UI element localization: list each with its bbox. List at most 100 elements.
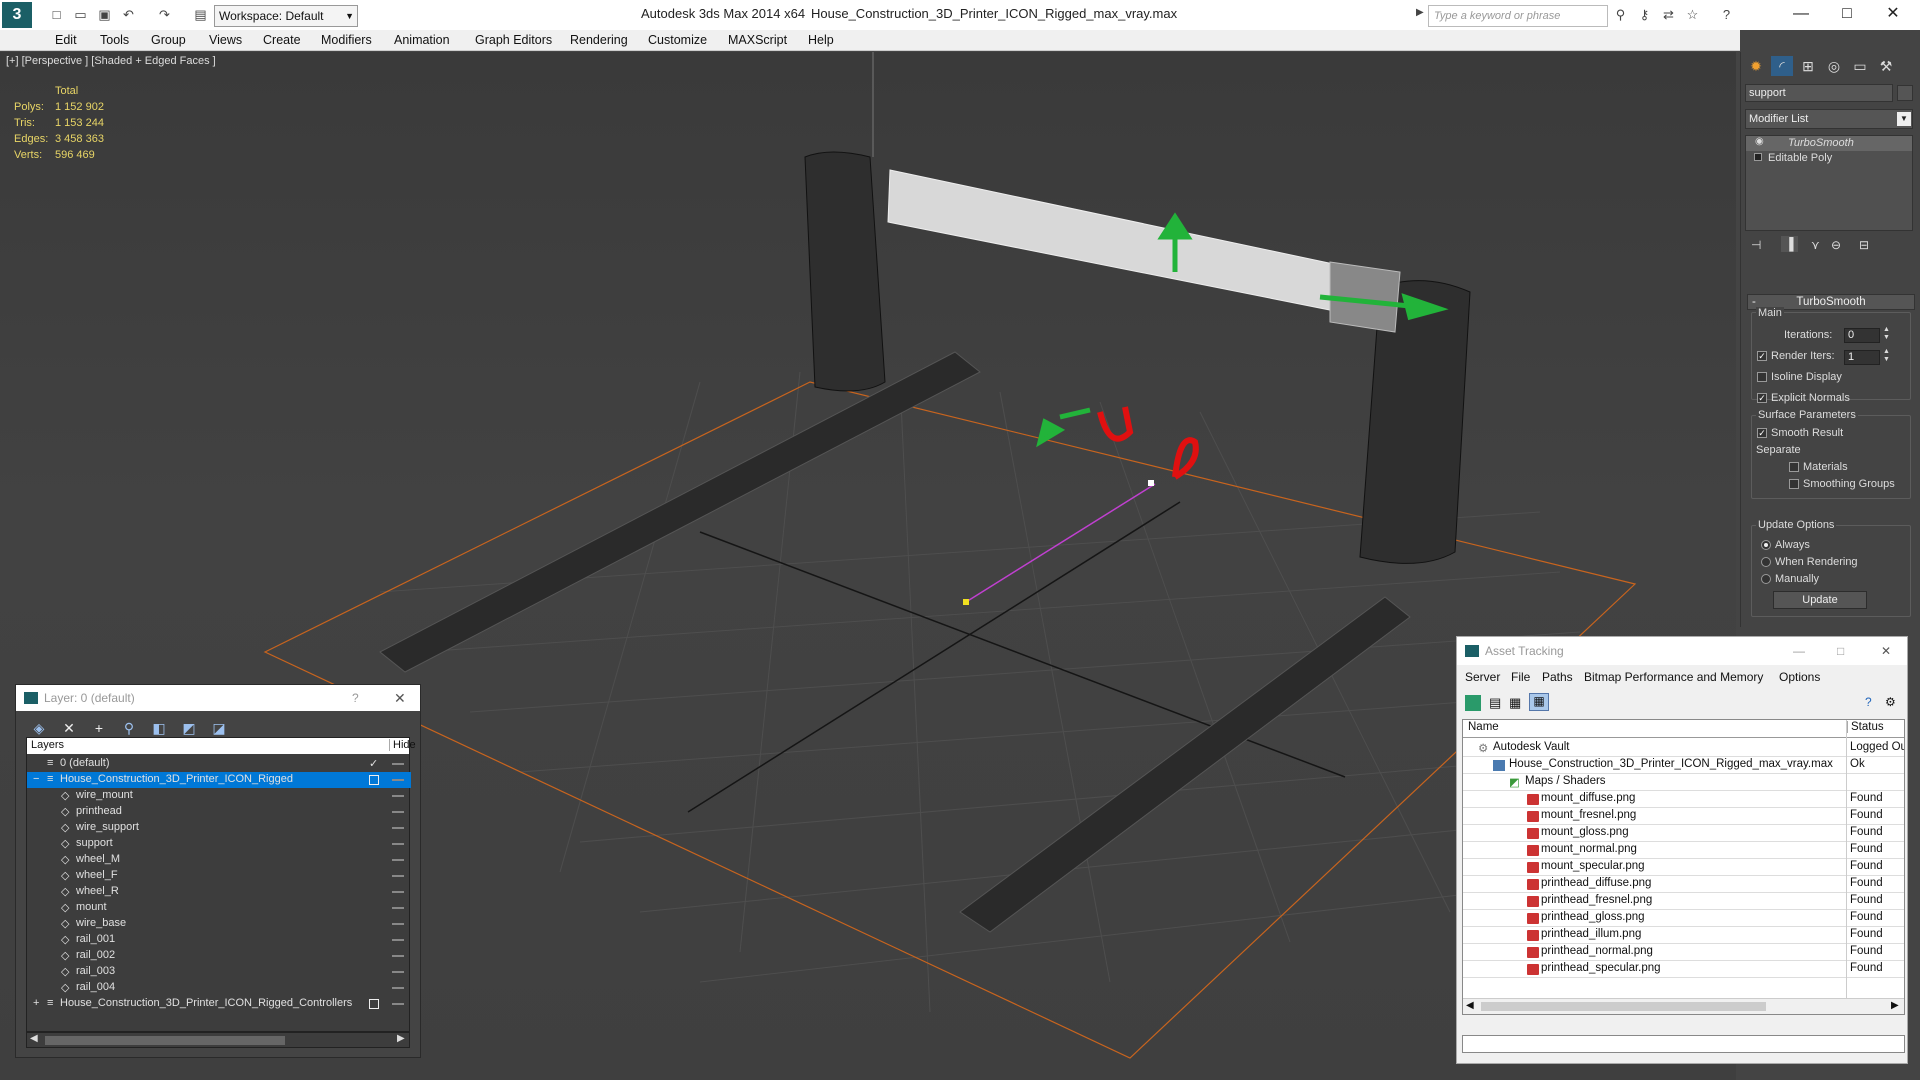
menu-edit[interactable]: Edit	[55, 33, 77, 47]
object-row[interactable]: ◇ printhead	[27, 804, 411, 820]
viewport-label[interactable]: [+] [Perspective ] [Shaded + Edged Faces…	[6, 55, 216, 67]
asset-row[interactable]: ◩ Maps / Shaders	[1463, 774, 1904, 791]
layer-window-titlebar[interactable]: Layer: 0 (default) ? ✕	[16, 685, 420, 711]
asset-hscrollbar[interactable]: ◀ ▶	[1463, 998, 1904, 1014]
collapse-icon[interactable]: −	[33, 773, 39, 785]
scroll-left-icon[interactable]: ◀	[30, 1033, 38, 1044]
scroll-thumb[interactable]	[1481, 1002, 1766, 1011]
update-button[interactable]: Update	[1773, 591, 1867, 609]
pivot-point-white[interactable]	[1148, 480, 1154, 486]
tree-view-icon[interactable]: ▦	[1509, 695, 1521, 711]
show-end-result-icon[interactable]: ▐	[1781, 236, 1798, 252]
utilities-tab-icon[interactable]: ⚒	[1875, 56, 1897, 76]
object-color-swatch[interactable]	[1897, 85, 1913, 101]
star-icon[interactable]: ☆	[1684, 6, 1701, 23]
hide-checkbox[interactable]	[369, 775, 379, 785]
undo-icon[interactable]: ↶	[120, 6, 137, 23]
help-icon[interactable]: ?	[1865, 695, 1872, 709]
modify-tab-icon[interactable]: ◜	[1771, 56, 1793, 76]
asset-menu-server[interactable]: Server	[1465, 670, 1500, 684]
minimize-icon[interactable]: —	[1793, 637, 1805, 665]
asset-window-titlebar[interactable]: Asset Tracking — □ ✕	[1457, 637, 1907, 665]
table-view-icon[interactable]: ▦	[1529, 693, 1549, 711]
close-icon[interactable]: ✕	[394, 685, 406, 711]
smoothing-groups-checkbox[interactable]	[1789, 479, 1799, 489]
object-row[interactable]: ◇ wire_mount	[27, 788, 411, 804]
select-objects-icon[interactable]: ⚲	[120, 719, 138, 737]
menu-modifiers[interactable]: Modifiers	[321, 33, 372, 47]
object-row[interactable]: ◇ wheel_M	[27, 852, 411, 868]
expand-icon[interactable]	[1754, 153, 1762, 161]
close-button[interactable]: ✕	[1870, 2, 1916, 26]
new-file-icon[interactable]: □	[48, 6, 65, 23]
layer-hscrollbar[interactable]: ◀ ▶	[26, 1032, 410, 1048]
menu-rendering[interactable]: Rendering	[570, 33, 628, 47]
configure-sets-icon[interactable]: ⊟	[1859, 238, 1869, 252]
help-icon[interactable]: ?	[1718, 6, 1735, 23]
scroll-left-icon[interactable]: ◀	[1466, 1000, 1474, 1011]
menu-group[interactable]: Group	[151, 33, 186, 47]
pivot-point-yellow[interactable]	[963, 599, 969, 605]
col-status[interactable]: Status	[1847, 721, 1884, 733]
object-row[interactable]: ◇ rail_002	[27, 948, 411, 964]
always-radio[interactable]	[1761, 540, 1771, 550]
menu-graph-editors[interactable]: Graph Editors	[475, 33, 552, 47]
key-icon[interactable]: ⚷	[1636, 6, 1653, 23]
iterations-spinner[interactable]: 0	[1844, 328, 1880, 343]
maximize-icon[interactable]: □	[1837, 637, 1844, 665]
asset-menu-bitmap-performance[interactable]: Bitmap Performance and Memory	[1584, 670, 1763, 684]
layer-row[interactable]: + ≡ House_Construction_3D_Printer_ICON_Rig…	[27, 996, 411, 1012]
object-row[interactable]: ◇ wheel_R	[27, 884, 411, 900]
manually-radio[interactable]	[1761, 574, 1771, 584]
set-current-layer-icon[interactable]: ◩	[180, 719, 198, 737]
asset-row[interactable]: printhead_specular.png Found	[1463, 961, 1904, 978]
object-row[interactable]: ◇ rail_004	[27, 980, 411, 996]
object-row[interactable]: ◇ support	[27, 836, 411, 852]
layer-properties-icon[interactable]: ◪	[210, 719, 228, 737]
scroll-right-icon[interactable]: ▶	[1891, 1000, 1899, 1011]
asset-row[interactable]: printhead_normal.png Found	[1463, 944, 1904, 961]
spinner-arrows-icon[interactable]: ▲ ▼	[1883, 348, 1890, 364]
object-row[interactable]: ◇ mount	[27, 900, 411, 916]
object-name-field[interactable]: support	[1745, 84, 1893, 102]
menu-animation[interactable]: Animation	[394, 33, 450, 47]
col-layers[interactable]: Layers	[31, 739, 64, 751]
asset-menu-options[interactable]: Options	[1779, 670, 1820, 684]
display-tab-icon[interactable]: ▭	[1849, 56, 1871, 76]
close-icon[interactable]: ✕	[1881, 637, 1891, 665]
menu-maxscript[interactable]: MAXScript	[728, 33, 787, 47]
modifier-list-dropdown[interactable]: Modifier List	[1745, 109, 1913, 129]
layer-row-selected[interactable]: − ≡ House_Construction_3D_Printer_ICON_Rig…	[27, 772, 411, 788]
menu-help[interactable]: Help	[808, 33, 834, 47]
asset-row[interactable]: mount_gloss.png Found	[1463, 825, 1904, 842]
create-layer-icon[interactable]: ◈	[30, 719, 48, 737]
stack-item-turbosmooth[interactable]: ◉ TurboSmooth	[1746, 136, 1912, 151]
smooth-result-checkbox[interactable]: ✓	[1757, 428, 1767, 438]
menu-customize[interactable]: Customize	[648, 33, 707, 47]
search-input[interactable]: Type a keyword or phrase	[1428, 5, 1608, 27]
stack-item-editable-poly[interactable]: Editable Poly	[1746, 151, 1912, 166]
asset-menu-paths[interactable]: Paths	[1542, 670, 1573, 684]
materials-checkbox[interactable]	[1789, 462, 1799, 472]
menu-views[interactable]: Views	[209, 33, 242, 47]
object-row[interactable]: ◇ rail_001	[27, 932, 411, 948]
render-iters-spinner[interactable]: 1	[1844, 350, 1880, 365]
scroll-thumb[interactable]	[45, 1036, 285, 1045]
asset-row[interactable]: ⚙ Autodesk Vault Logged Ou	[1463, 740, 1904, 757]
asset-row[interactable]: printhead_fresnel.png Found	[1463, 893, 1904, 910]
save-icon[interactable]: ▣	[96, 6, 113, 23]
hierarchy-tab-icon[interactable]: ⊞	[1797, 56, 1819, 76]
search-arrow-icon[interactable]: ▶	[1416, 7, 1424, 18]
app-logo[interactable]: 3	[2, 2, 32, 28]
binoculars-icon[interactable]: ⚲	[1612, 6, 1629, 23]
explicit-normals-checkbox[interactable]: ✓	[1757, 393, 1767, 403]
asset-row[interactable]: mount_diffuse.png Found	[1463, 791, 1904, 808]
maximize-button[interactable]: □	[1824, 2, 1870, 26]
asset-row[interactable]: printhead_illum.png Found	[1463, 927, 1904, 944]
object-row[interactable]: ◇ wire_base	[27, 916, 411, 932]
create-tab-icon[interactable]: ✹	[1745, 56, 1767, 76]
list-view-icon[interactable]: ▤	[1489, 695, 1501, 711]
col-name[interactable]: Name	[1468, 721, 1499, 733]
asset-menu-file[interactable]: File	[1511, 670, 1530, 684]
open-file-icon[interactable]: ▭	[72, 6, 89, 23]
